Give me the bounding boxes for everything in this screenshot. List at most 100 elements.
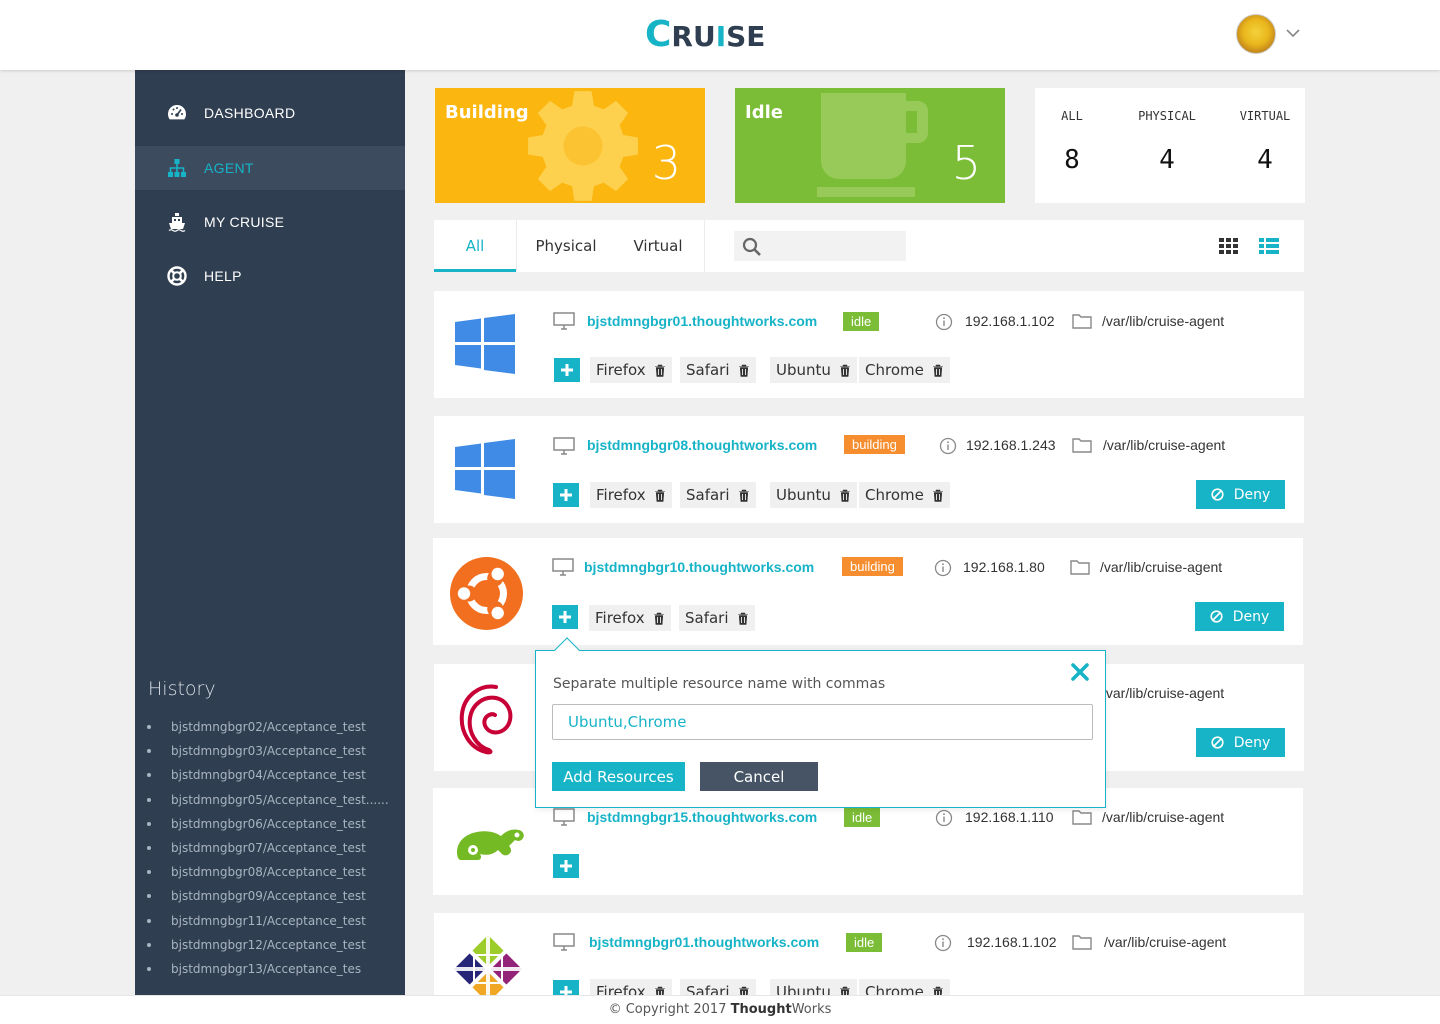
folder-icon	[1072, 935, 1092, 950]
tab-virtual[interactable]: Virtual	[615, 220, 701, 272]
idle-card[interactable]: Idle 5	[735, 88, 1005, 203]
trash-icon[interactable]	[839, 364, 851, 377]
trash-icon[interactable]	[654, 364, 666, 377]
chevron-down-icon[interactable]	[1284, 24, 1302, 42]
copyright-text: © Copyright 2017	[608, 1002, 731, 1017]
resource-tag: Safari	[680, 357, 756, 383]
nav-agent[interactable]: AGENT	[135, 146, 405, 190]
ban-icon	[1211, 488, 1224, 501]
opensuse-icon	[457, 829, 524, 860]
user-avatar[interactable]	[1236, 14, 1276, 54]
list-view-icon[interactable]	[1258, 236, 1280, 256]
trash-icon[interactable]	[839, 489, 851, 502]
history-item[interactable]: bjstdmngbgr02/Acceptance_test	[147, 715, 389, 739]
trash-icon[interactable]	[738, 489, 750, 502]
tab-physical[interactable]: Physical	[517, 220, 615, 272]
building-card[interactable]: Building 3	[435, 88, 705, 203]
agent-hostname[interactable]: bjstdmngbgr01.thoughtworks.com	[587, 313, 817, 329]
trash-icon[interactable]	[839, 986, 851, 996]
deny-button[interactable]: Deny	[1195, 602, 1284, 631]
trash-icon[interactable]	[932, 489, 944, 502]
status-badge: building	[842, 557, 903, 576]
monitor-icon	[553, 437, 575, 455]
deny-button[interactable]: Deny	[1196, 480, 1285, 509]
history-item[interactable]: bjstdmngbgr11/Acceptance_test	[147, 909, 389, 933]
agent-hostname[interactable]: bjstdmngbgr08.thoughtworks.com	[587, 437, 817, 453]
history-item[interactable]: bjstdmngbgr05/Acceptance_test......	[147, 788, 389, 812]
cruise-logo[interactable]: CRUISE	[645, 14, 765, 55]
trash-icon[interactable]	[737, 612, 749, 625]
plus-icon	[560, 860, 572, 872]
add-resource-button[interactable]	[552, 605, 578, 629]
resource-tag: Chrome	[859, 482, 950, 508]
logo-letters-ru: RU	[671, 20, 716, 53]
agent-hostname[interactable]: bjstdmngbgr01.thoughtworks.com	[589, 934, 819, 950]
search-icon	[742, 237, 761, 256]
agent-hostname[interactable]: bjstdmngbgr10.thoughtworks.com	[584, 559, 814, 575]
trash-icon[interactable]	[932, 986, 944, 996]
stat-all[interactable]: ALL 8	[1047, 88, 1097, 175]
agent-ip: 192.168.1.102	[965, 313, 1055, 329]
add-resource-button[interactable]	[553, 854, 579, 878]
history-title: History	[148, 678, 216, 700]
resource-tag: Chrome	[859, 979, 950, 995]
info-icon	[939, 437, 957, 455]
tab-all[interactable]: All	[434, 220, 516, 272]
history-item[interactable]: bjstdmngbgr06/Acceptance_test	[147, 812, 389, 836]
resource-tag: Ubuntu	[770, 357, 857, 383]
grid-view-icon[interactable]	[1218, 236, 1240, 256]
agent-ip: 192.168.1.80	[963, 559, 1045, 575]
resource-tag: Safari	[679, 605, 755, 631]
nav-agent-label: AGENT	[204, 160, 254, 176]
filter-toolbar: All Physical Virtual	[434, 220, 1304, 272]
stat-physical[interactable]: PHYSICAL 4	[1127, 88, 1207, 175]
history-item[interactable]: bjstdmngbgr12/Acceptance_test	[147, 933, 389, 957]
history-item[interactable]: bjstdmngbgr09/Acceptance_test	[147, 884, 389, 908]
add-resource-button[interactable]	[554, 358, 580, 382]
trash-icon[interactable]	[738, 364, 750, 377]
trash-icon[interactable]	[932, 364, 944, 377]
ubuntu-icon	[450, 557, 523, 630]
stat-virtual[interactable]: VIRTUAL 4	[1230, 88, 1300, 175]
trash-icon[interactable]	[653, 612, 665, 625]
resource-tag: Ubuntu	[770, 979, 857, 995]
add-resource-popover: Separate multiple resource name with com…	[535, 637, 1106, 808]
resource-tag: Ubuntu	[770, 482, 857, 508]
trash-icon[interactable]	[654, 986, 666, 996]
close-icon[interactable]	[1070, 662, 1090, 682]
history-item[interactable]: bjstdmngbgr04/Acceptance_test	[147, 763, 389, 787]
gear-icon	[528, 91, 638, 201]
add-resource-button[interactable]	[553, 483, 579, 507]
deny-button[interactable]: Deny	[1196, 728, 1285, 757]
info-icon	[935, 313, 953, 331]
logo-letters-se: SE	[726, 20, 766, 53]
resource-input[interactable]	[552, 704, 1093, 740]
cancel-button[interactable]: Cancel	[700, 762, 818, 791]
coffee-cup-icon	[817, 93, 928, 197]
history-item[interactable]: bjstdmngbgr08/Acceptance_test	[147, 860, 389, 884]
nav-help[interactable]: HELP	[135, 254, 405, 298]
stat-virtual-label: VIRTUAL	[1239, 109, 1291, 123]
history-item[interactable]: bjstdmngbgr03/Acceptance_test	[147, 739, 389, 763]
agent-path: /var/lib/cruise-agent	[1104, 934, 1227, 950]
monitor-icon	[553, 312, 575, 330]
info-icon	[935, 809, 953, 827]
trash-icon[interactable]	[654, 489, 666, 502]
history-item[interactable]: bjstdmngbgr07/Acceptance_test	[147, 836, 389, 860]
monitor-icon	[552, 558, 574, 576]
stats-card: ALL 8 PHYSICAL 4 VIRTUAL 4	[1035, 88, 1305, 203]
folder-icon	[1072, 810, 1092, 825]
resource-tag: Firefox	[590, 979, 672, 995]
footer: © Copyright 2017 ThoughtWorks	[0, 995, 1440, 1024]
trash-icon[interactable]	[738, 986, 750, 996]
add-resource-button[interactable]	[553, 980, 579, 995]
history-item[interactable]: bjstdmngbgr13/Acceptance_tes	[147, 957, 389, 981]
stat-physical-label: PHYSICAL	[1138, 109, 1196, 123]
info-icon	[934, 559, 952, 577]
agent-hostname[interactable]: bjstdmngbgr15.thoughtworks.com	[587, 809, 817, 825]
add-resources-button[interactable]: Add Resources	[552, 762, 685, 791]
footer-brand-rest: Works	[791, 1002, 832, 1017]
nav-dashboard[interactable]: DASHBOARD	[135, 91, 405, 135]
dashboard-icon	[168, 105, 187, 120]
nav-my-cruise[interactable]: MY CRUISE	[135, 200, 405, 244]
